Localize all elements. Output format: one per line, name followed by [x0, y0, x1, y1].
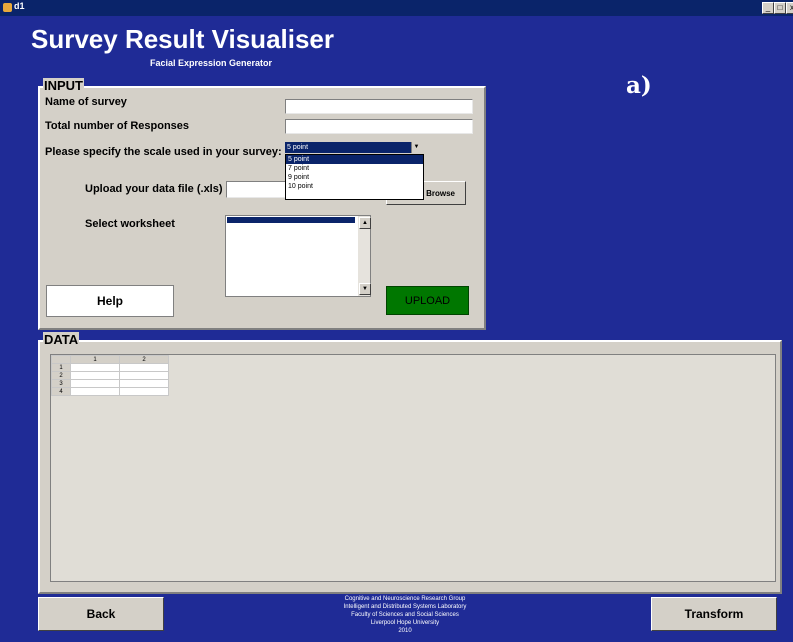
responses-label: Total number of Responses: [45, 120, 190, 132]
transform-button-label: Transform: [684, 607, 744, 621]
help-button[interactable]: Help: [46, 285, 174, 317]
credit-line: Intelligent and Distributed Systems Labo…: [343, 604, 467, 610]
scale-option[interactable]: 9 point: [286, 173, 423, 182]
scroll-up-icon[interactable]: ▲: [359, 217, 371, 229]
maximize-button[interactable]: □: [774, 2, 786, 14]
table-cell[interactable]: [119, 387, 169, 396]
credit-line: Liverpool Hope University: [370, 620, 440, 626]
table-row: 4: [51, 387, 169, 396]
back-button[interactable]: Back: [38, 597, 164, 631]
app-subtitle: Facial Expression Generator: [150, 58, 273, 68]
scroll-down-icon[interactable]: ▼: [359, 283, 371, 295]
input-panel-title: INPUT: [43, 78, 84, 93]
worksheet-scrollbar[interactable]: ▲ ▼: [358, 216, 371, 296]
table-header-row: 1 2: [51, 355, 169, 364]
row-header[interactable]: 4: [51, 387, 71, 396]
scale-option[interactable]: 5 point: [286, 155, 423, 164]
help-button-label: Help: [96, 294, 123, 308]
table-row: 3: [51, 379, 169, 388]
close-button[interactable]: x: [786, 2, 793, 14]
scale-option[interactable]: 7 point: [286, 164, 423, 173]
table-cell[interactable]: [70, 387, 120, 396]
column-header[interactable]: 1: [70, 355, 120, 364]
row-header[interactable]: 1: [51, 363, 71, 372]
window-title: d1: [14, 1, 25, 11]
scale-dropdown-list[interactable]: 5 point 7 point 9 point 10 point: [285, 154, 424, 200]
upload-button[interactable]: UPLOAD: [386, 286, 469, 315]
transform-button[interactable]: Transform: [651, 597, 777, 631]
responses-input[interactable]: [285, 119, 473, 134]
row-header[interactable]: 2: [51, 371, 71, 380]
scale-select[interactable]: 5 point ▼: [285, 142, 421, 153]
worksheet-selected-row[interactable]: [227, 217, 355, 223]
browse-button-label: Browse: [426, 188, 455, 198]
app-title: Survey Result Visualiser: [31, 24, 335, 54]
table-cell[interactable]: [70, 371, 120, 380]
worksheet-label: Select worksheet: [85, 218, 175, 230]
upload-file-label: Upload your data file (.xls): [85, 183, 223, 195]
table-cell[interactable]: [119, 363, 169, 372]
figure-label: a): [626, 72, 652, 99]
column-header[interactable]: 2: [119, 355, 169, 364]
table-cell[interactable]: [70, 363, 120, 372]
data-panel-title: DATA: [43, 332, 80, 347]
data-grid[interactable]: 1 2 1 2 3 4: [51, 355, 169, 396]
scale-label: Please specify the scale used in your su…: [45, 146, 282, 158]
scale-option[interactable]: 10 point: [286, 182, 423, 191]
survey-name-input[interactable]: [285, 99, 473, 114]
table-cell[interactable]: [119, 371, 169, 380]
table-cell[interactable]: [70, 379, 120, 388]
table-row: 1: [51, 363, 169, 372]
credit-line: Cognitive and Neuroscience Research Grou…: [344, 596, 466, 602]
credit-line: 2010: [398, 628, 412, 634]
table-cell[interactable]: [119, 379, 169, 388]
worksheet-listbox[interactable]: ▲ ▼: [225, 215, 371, 297]
scale-selected-value: 5 point: [287, 144, 309, 151]
row-header[interactable]: 3: [51, 379, 71, 388]
data-table[interactable]: 1 2 1 2 3 4: [50, 354, 776, 582]
chevron-down-icon[interactable]: ▼: [411, 142, 421, 153]
upload-button-label: UPLOAD: [404, 294, 451, 307]
survey-name-label: Name of survey: [45, 96, 127, 108]
table-row: 2: [51, 371, 169, 380]
back-button-label: Back: [86, 607, 116, 621]
credit-line: Faculty of Sciences and Social Sciences: [351, 612, 459, 618]
app-window: d1 _ □ x Survey Result Visualiser Facial…: [0, 0, 793, 642]
credits: Cognitive and Neuroscience Research Grou…: [300, 595, 510, 635]
title-bar[interactable]: d1 _ □ x: [0, 0, 793, 16]
matlab-figure-icon: [3, 3, 12, 12]
minimize-button[interactable]: _: [762, 2, 774, 14]
corner-cell: [51, 355, 71, 364]
